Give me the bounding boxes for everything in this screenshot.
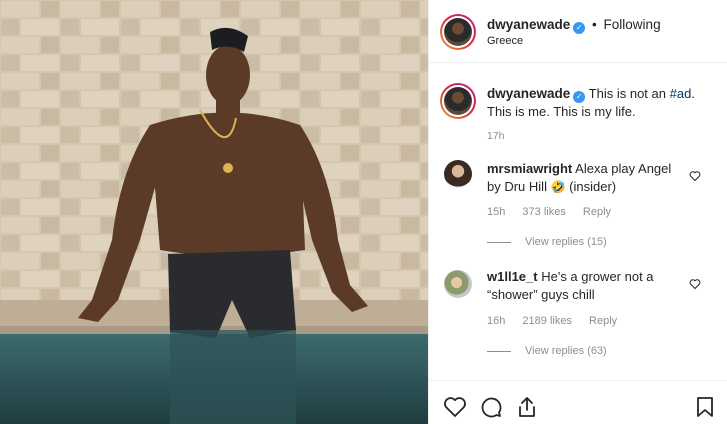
- post-action-bar: [429, 380, 727, 424]
- post-image: [0, 0, 428, 424]
- comment-text: mrsmiawright Alexa play Angel by Dru Hil…: [487, 160, 687, 196]
- comment-body-end: (insider): [565, 179, 617, 194]
- commenter-username[interactable]: w1ll1e_t: [487, 269, 538, 284]
- commenter-avatar[interactable]: [444, 270, 472, 298]
- like-comment-heart-icon[interactable]: [689, 278, 701, 290]
- author-avatar[interactable]: [440, 14, 476, 50]
- view-replies-button[interactable]: View replies (15): [487, 236, 607, 248]
- commenter-avatar[interactable]: [444, 160, 472, 188]
- heart-icon[interactable]: [443, 395, 467, 419]
- caption-hashtag-link[interactable]: #ad: [670, 86, 692, 101]
- post-caption: dwyanewade ✓ This is not an #ad. This is …: [429, 63, 727, 153]
- rofl-emoji: 🤣: [550, 180, 566, 194]
- comment-icon[interactable]: [479, 395, 503, 419]
- post-side-panel: dwyanewade ✓ • Following Greece dwyanewad…: [428, 0, 727, 424]
- comment-text: w1ll1e_t He's a grower not a “shower” gu…: [487, 268, 687, 304]
- caption-body-start: This is not an: [588, 86, 670, 101]
- view-replies-label: View replies (15): [525, 236, 607, 248]
- caption-timestamp[interactable]: 17h: [487, 130, 505, 142]
- comment-timestamp[interactable]: 16h: [487, 315, 505, 327]
- caption-username[interactable]: dwyanewade: [487, 86, 570, 101]
- following-button[interactable]: Following: [604, 17, 661, 32]
- post-photo[interactable]: [0, 0, 428, 424]
- post-location[interactable]: Greece: [487, 35, 523, 47]
- commenter-username[interactable]: mrsmiawright: [487, 161, 572, 176]
- reply-button[interactable]: Reply: [583, 206, 611, 218]
- verified-badge-icon: ✓: [573, 91, 586, 103]
- share-icon[interactable]: [515, 395, 539, 419]
- reply-button[interactable]: Reply: [589, 315, 617, 327]
- verified-badge-icon: ✓: [573, 22, 586, 34]
- bookmark-icon[interactable]: [693, 395, 717, 419]
- view-replies-button[interactable]: View replies (63): [487, 345, 607, 357]
- separator-dot: •: [592, 17, 597, 32]
- post-header: dwyanewade ✓ • Following Greece: [429, 0, 727, 63]
- like-comment-heart-icon[interactable]: [689, 170, 701, 182]
- comment-meta: 15h 373 likes Reply: [487, 206, 625, 218]
- replies-dash: [487, 241, 511, 243]
- view-replies-label: View replies (63): [525, 345, 607, 357]
- comment-likes[interactable]: 373 likes: [522, 206, 565, 218]
- replies-dash: [487, 350, 511, 352]
- comment-meta: 16h 2189 likes Reply: [487, 315, 631, 327]
- comment-likes[interactable]: 2189 likes: [522, 315, 572, 327]
- comment-timestamp[interactable]: 15h: [487, 206, 505, 218]
- caption-author-avatar[interactable]: [440, 83, 476, 119]
- caption-text: dwyanewade ✓ This is not an #ad. This is …: [487, 85, 712, 121]
- author-username[interactable]: dwyanewade: [487, 17, 570, 32]
